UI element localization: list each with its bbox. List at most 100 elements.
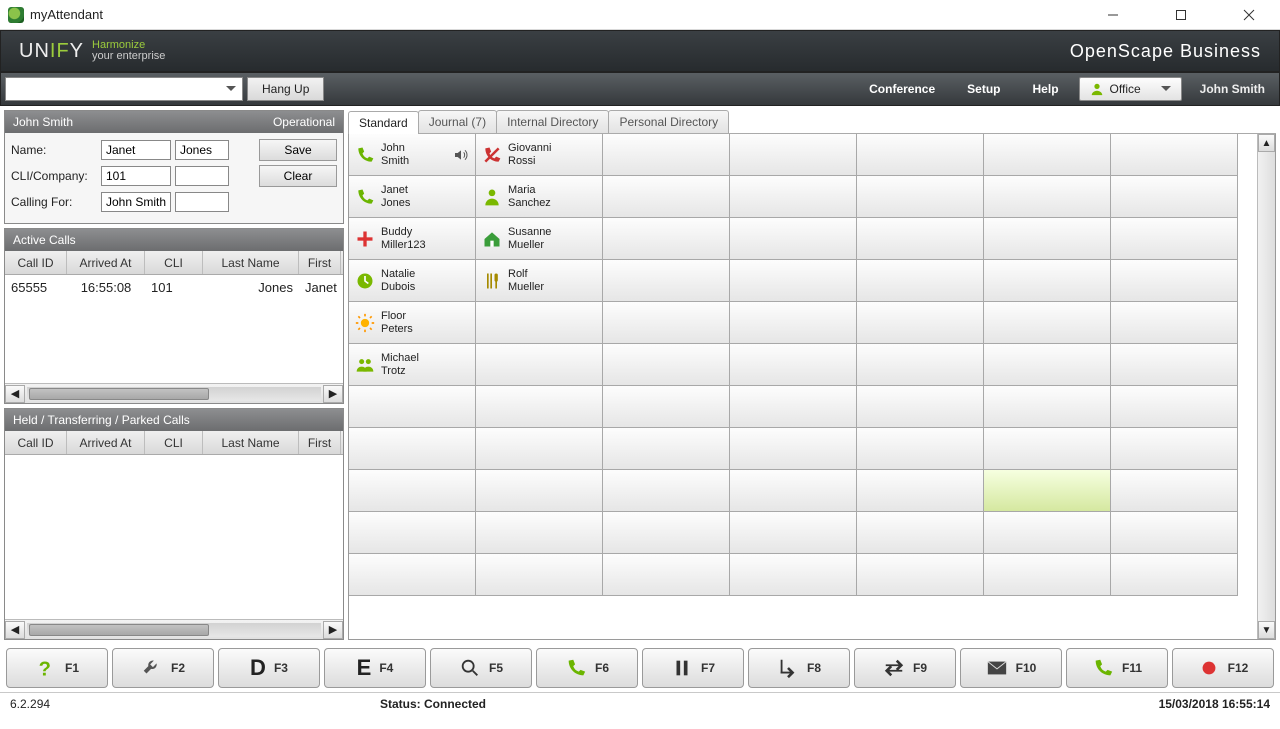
contact-cell[interactable] — [602, 175, 730, 218]
contact-cell[interactable] — [856, 301, 984, 344]
held-scrollbar[interactable]: ◀ ▶ — [5, 619, 343, 639]
contact-cell[interactable] — [475, 469, 603, 512]
tab-standard[interactable]: Standard — [348, 111, 419, 134]
contact-cell[interactable] — [602, 427, 730, 470]
contact-cell[interactable] — [602, 385, 730, 428]
contact-cell[interactable] — [475, 553, 603, 596]
calling-for-extra[interactable] — [175, 192, 229, 212]
contact-cell[interactable] — [983, 553, 1111, 596]
contact-cell[interactable] — [602, 469, 730, 512]
col-first[interactable]: First — [299, 431, 341, 454]
contact-cell[interactable] — [602, 343, 730, 386]
scroll-up-icon[interactable]: ▲ — [1258, 134, 1275, 152]
hangup-button[interactable]: Hang Up — [247, 77, 324, 101]
contact-cell[interactable] — [983, 469, 1111, 512]
contact-cell[interactable] — [475, 427, 603, 470]
col-lastname[interactable]: Last Name — [203, 251, 299, 274]
conference-link[interactable]: Conference — [853, 73, 951, 105]
contact-cell[interactable] — [856, 427, 984, 470]
f9-button[interactable]: F9 — [854, 648, 956, 688]
scroll-thumb[interactable] — [29, 624, 209, 636]
contact-cell[interactable] — [349, 511, 476, 554]
dial-combo[interactable] — [5, 77, 243, 101]
contact-cell[interactable] — [983, 343, 1111, 386]
scroll-left-icon[interactable]: ◀ — [5, 621, 25, 639]
last-name-input[interactable] — [175, 140, 229, 160]
contact-cell[interactable] — [1110, 469, 1238, 512]
contact-cell[interactable] — [856, 175, 984, 218]
contact-cell[interactable] — [856, 469, 984, 512]
col-first[interactable]: First — [299, 251, 341, 274]
col-call-id[interactable]: Call ID — [5, 431, 67, 454]
f6-button[interactable]: F6 — [536, 648, 638, 688]
f12-button[interactable]: F12 — [1172, 648, 1274, 688]
table-row[interactable]: 65555 16:55:08 101 Jones Janet — [5, 275, 343, 299]
col-cli[interactable]: CLI — [145, 431, 203, 454]
contact-cell[interactable]: SusanneMueller — [475, 217, 603, 260]
contact-cell[interactable]: JohnSmith — [349, 134, 476, 176]
f11-button[interactable]: F11 — [1066, 648, 1168, 688]
contact-cell[interactable] — [983, 511, 1111, 554]
scroll-right-icon[interactable]: ▶ — [323, 621, 343, 639]
minimize-button[interactable] — [1090, 0, 1136, 30]
maximize-button[interactable] — [1158, 0, 1204, 30]
contact-cell[interactable] — [349, 469, 476, 512]
presence-dropdown[interactable]: Office — [1079, 77, 1182, 101]
f2-button[interactable]: F2 — [112, 648, 214, 688]
contact-cell[interactable] — [475, 301, 603, 344]
contact-cell[interactable] — [856, 217, 984, 260]
contact-cell[interactable] — [856, 553, 984, 596]
f3-button[interactable]: D F3 — [218, 648, 320, 688]
contact-cell[interactable] — [1110, 301, 1238, 344]
help-link[interactable]: Help — [1017, 73, 1075, 105]
f10-button[interactable]: F10 — [960, 648, 1062, 688]
contact-cell[interactable] — [602, 134, 730, 176]
active-scrollbar[interactable]: ◀ ▶ — [5, 383, 343, 403]
tab-journal[interactable]: Journal (7) — [418, 110, 497, 133]
f1-button[interactable]: ? F1 — [6, 648, 108, 688]
scroll-right-icon[interactable]: ▶ — [323, 385, 343, 403]
f8-button[interactable]: F8 — [748, 648, 850, 688]
clear-button[interactable]: Clear — [259, 165, 337, 187]
contact-cell[interactable] — [729, 343, 857, 386]
contact-cell[interactable] — [856, 343, 984, 386]
contact-cell[interactable]: MariaSanchez — [475, 175, 603, 218]
contact-cell[interactable] — [983, 259, 1111, 302]
contact-cell[interactable] — [475, 385, 603, 428]
contact-cell[interactable] — [602, 301, 730, 344]
contact-cell[interactable] — [1110, 511, 1238, 554]
contact-cell[interactable] — [729, 385, 857, 428]
contact-cell[interactable] — [1110, 343, 1238, 386]
scroll-down-icon[interactable]: ▼ — [1258, 621, 1275, 639]
contact-cell[interactable] — [729, 259, 857, 302]
first-name-input[interactable] — [101, 140, 171, 160]
contact-cell[interactable] — [729, 427, 857, 470]
setup-link[interactable]: Setup — [951, 73, 1016, 105]
contact-cell[interactable] — [983, 301, 1111, 344]
contact-cell[interactable] — [1110, 175, 1238, 218]
contact-cell[interactable]: RolfMueller — [475, 259, 603, 302]
f4-button[interactable]: E F4 — [324, 648, 426, 688]
calling-for-input[interactable] — [101, 192, 171, 212]
cli-input[interactable] — [101, 166, 171, 186]
contact-cell[interactable] — [729, 301, 857, 344]
board-vscroll[interactable]: ▲ ▼ — [1257, 134, 1275, 639]
col-arrived[interactable]: Arrived At — [67, 431, 145, 454]
contact-cell[interactable] — [856, 259, 984, 302]
contact-cell[interactable] — [983, 134, 1111, 176]
contact-cell[interactable] — [1110, 553, 1238, 596]
contact-cell[interactable] — [602, 511, 730, 554]
contact-cell[interactable] — [983, 175, 1111, 218]
contact-cell[interactable] — [1110, 427, 1238, 470]
contact-cell[interactable] — [349, 553, 476, 596]
contact-cell[interactable] — [602, 553, 730, 596]
contact-cell[interactable]: FloorPeters — [349, 301, 476, 344]
contact-cell[interactable] — [475, 343, 603, 386]
contact-cell[interactable] — [349, 427, 476, 470]
contact-cell[interactable] — [983, 385, 1111, 428]
company-input[interactable] — [175, 166, 229, 186]
tab-personal-directory[interactable]: Personal Directory — [608, 110, 729, 133]
contact-cell[interactable] — [1110, 217, 1238, 260]
close-button[interactable] — [1226, 0, 1272, 30]
contact-cell[interactable] — [856, 134, 984, 176]
